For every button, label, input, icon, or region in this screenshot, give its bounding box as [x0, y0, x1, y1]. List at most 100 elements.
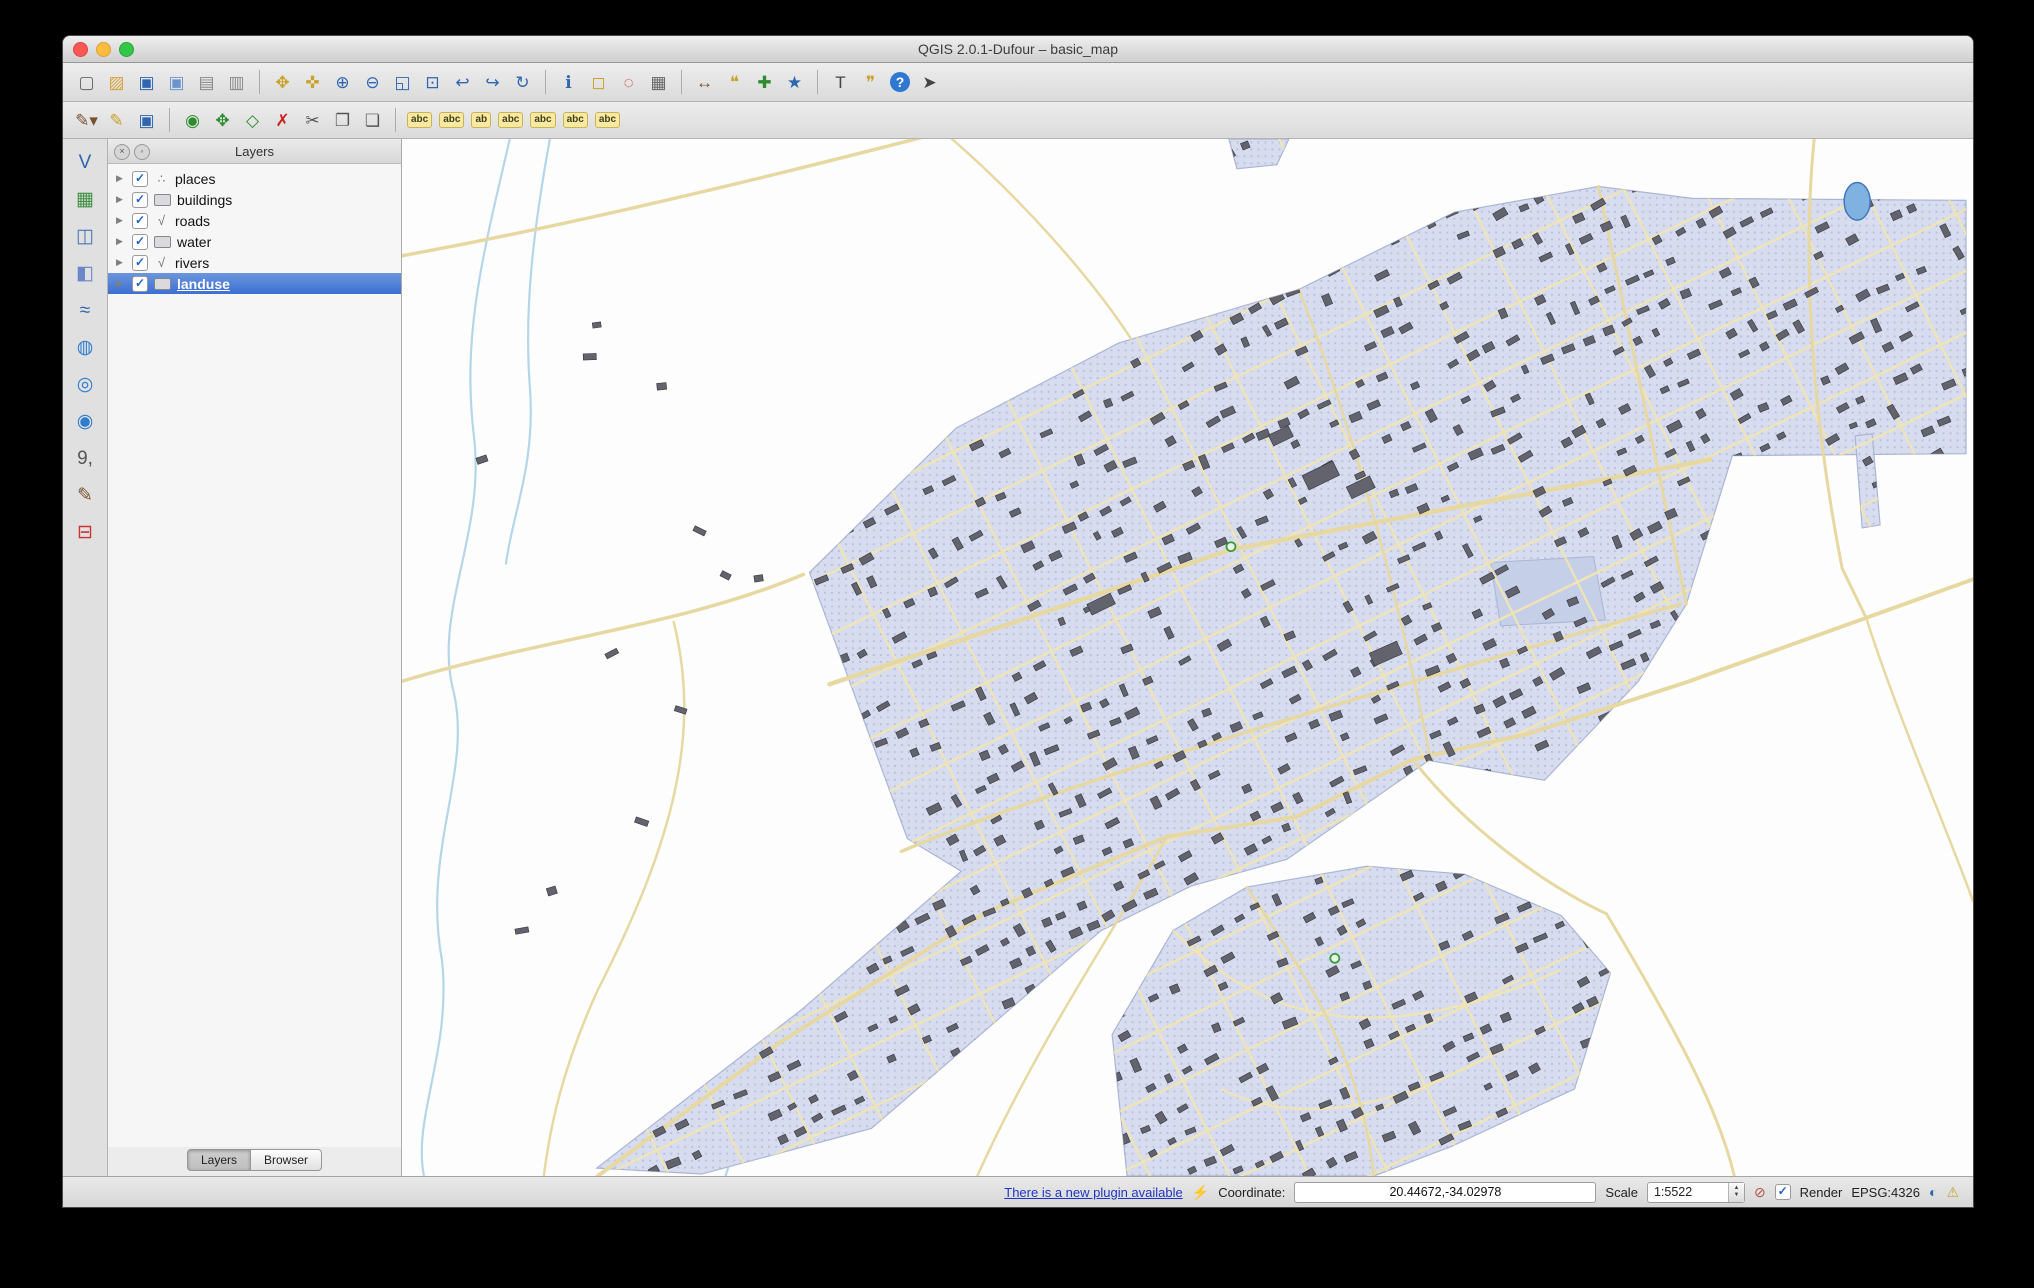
toolbar-separator — [259, 70, 260, 94]
add-spatialite-layer-icon[interactable]: ◧ — [70, 258, 100, 288]
help-icon[interactable]: ? — [890, 72, 910, 92]
map-canvas[interactable] — [402, 139, 1973, 1176]
panel-tabs: Layers Browser — [108, 1147, 401, 1176]
paste-features-icon[interactable]: ❏ — [359, 107, 386, 134]
new-shapefile-layer-icon[interactable]: ✎ — [70, 480, 100, 510]
save-layer-edits-icon[interactable]: ▣ — [133, 107, 160, 134]
scale-stepper-icon[interactable]: ▲▼ — [1728, 1183, 1744, 1202]
layer-visibility-checkbox[interactable]: ✓ — [132, 276, 148, 292]
zoom-next-icon[interactable]: ↪ — [479, 69, 506, 96]
add-wcs-layer-icon[interactable]: ◎ — [70, 369, 100, 399]
deselect-features-icon[interactable]: ◌ — [615, 69, 642, 96]
close-window-icon[interactable] — [73, 42, 88, 57]
refresh-map-icon[interactable]: ↻ — [509, 69, 536, 96]
tab-browser[interactable]: Browser — [250, 1149, 322, 1171]
message-log-icon[interactable]: ⚠ — [1946, 1185, 1959, 1199]
minimize-window-icon[interactable] — [96, 42, 111, 57]
delete-selected-icon[interactable]: ✗ — [269, 107, 296, 134]
render-checkbox[interactable]: ✓ — [1775, 1184, 1791, 1200]
disclosure-icon[interactable]: ▶ — [116, 278, 126, 289]
toggle-editing-icon[interactable]: ✎ — [103, 107, 130, 134]
labeling-icon[interactable]: abc — [407, 112, 432, 128]
tab-layers[interactable]: Layers — [187, 1149, 250, 1171]
save-project-icon[interactable]: ▣ — [133, 69, 160, 96]
open-project-icon[interactable]: ▨ — [103, 69, 130, 96]
identify-icon[interactable]: ℹ — [555, 69, 582, 96]
layer-item-landuse[interactable]: ▶ ✓ landuse — [108, 273, 401, 294]
plugin-icon[interactable]: ⚡ — [1192, 1185, 1209, 1199]
remove-layer-icon[interactable]: ⊟ — [70, 517, 100, 547]
layer-visibility-checkbox[interactable]: ✓ — [132, 171, 148, 187]
zoom-in-icon[interactable]: ⊕ — [329, 69, 356, 96]
add-mssql-layer-icon[interactable]: ≈ — [70, 295, 100, 325]
new-project-icon[interactable]: ▢ — [73, 69, 100, 96]
select-features-icon[interactable]: ◻ — [585, 69, 612, 96]
zoom-to-selection-icon[interactable]: ⊡ — [419, 69, 446, 96]
layer-item-buildings[interactable]: ▶✓buildings — [108, 189, 401, 210]
node-tool-icon[interactable]: ◇ — [239, 107, 266, 134]
composer-manager-icon[interactable]: ▥ — [223, 69, 250, 96]
add-vector-layer-icon[interactable]: V — [70, 147, 100, 177]
label-move-icon[interactable]: abc — [498, 112, 523, 128]
label-properties-icon[interactable]: abc — [595, 112, 620, 128]
label-rotate-icon[interactable]: abc — [530, 112, 555, 128]
new-plugin-link[interactable]: There is a new plugin available — [1004, 1185, 1183, 1200]
panel-float-icon[interactable]: ◦ — [134, 144, 150, 160]
disclosure-icon[interactable]: ▶ — [116, 215, 126, 226]
disclosure-icon[interactable]: ▶ — [116, 257, 126, 268]
layer-visibility-checkbox[interactable]: ✓ — [132, 192, 148, 208]
stop-render-icon[interactable]: ⊘ — [1754, 1185, 1766, 1199]
pan-to-selection-icon[interactable]: ✜ — [299, 69, 326, 96]
title-bar[interactable]: QGIS 2.0.1-Dufour – basic_map — [63, 36, 1973, 63]
crs-label: EPSG:4326 — [1851, 1185, 1920, 1200]
add-wms-layer-icon[interactable]: ◍ — [70, 332, 100, 362]
disclosure-icon[interactable]: ▶ — [116, 194, 126, 205]
current-edits-icon[interactable]: ✎▾ — [73, 107, 100, 134]
layer-label: landuse — [177, 276, 230, 292]
map-tips-icon[interactable]: ❝ — [721, 69, 748, 96]
annotation-icon[interactable]: ❞ — [857, 69, 884, 96]
toolbar-separator — [169, 108, 170, 132]
zoom-full-icon[interactable]: ◱ — [389, 69, 416, 96]
layer-visibility-checkbox[interactable]: ✓ — [132, 234, 148, 250]
attribute-table-icon[interactable]: ▦ — [645, 69, 672, 96]
whats-this-icon[interactable]: ➤ — [916, 69, 943, 96]
layer-visibility-checkbox[interactable]: ✓ — [132, 255, 148, 271]
label-highlight-icon[interactable]: ab — [471, 112, 491, 128]
label-change-icon[interactable]: abc — [563, 112, 588, 128]
measure-icon[interactable]: ↔ — [691, 69, 718, 96]
point-layer-icon: ∴ — [154, 172, 169, 186]
label-pin-icon[interactable]: abc — [439, 112, 464, 128]
scale-combo[interactable]: 1:5522 ▲▼ — [1647, 1182, 1745, 1203]
layer-item-roads[interactable]: ▶✓√roads — [108, 210, 401, 231]
layer-visibility-checkbox[interactable]: ✓ — [132, 213, 148, 229]
add-raster-layer-icon[interactable]: ▦ — [70, 184, 100, 214]
crs-status-icon[interactable]: ◐ — [1929, 1185, 1937, 1199]
zoom-last-icon[interactable]: ↩ — [449, 69, 476, 96]
scale-label: Scale — [1605, 1185, 1638, 1200]
panel-close-icon[interactable]: × — [114, 144, 130, 160]
disclosure-icon[interactable]: ▶ — [116, 236, 126, 247]
add-feature-icon[interactable]: ◉ — [179, 107, 206, 134]
coordinate-field[interactable]: 20.44672,-34.02978 — [1294, 1182, 1596, 1203]
move-feature-icon[interactable]: ✥ — [209, 107, 236, 134]
copy-features-icon[interactable]: ❐ — [329, 107, 356, 134]
disclosure-icon[interactable]: ▶ — [116, 173, 126, 184]
text-annotation-icon[interactable]: T — [827, 69, 854, 96]
new-bookmark-icon[interactable]: ✚ — [751, 69, 778, 96]
map-render[interactable] — [402, 139, 1973, 1176]
add-postgis-layer-icon[interactable]: ◫ — [70, 221, 100, 251]
zoom-out-icon[interactable]: ⊖ — [359, 69, 386, 96]
pan-map-icon[interactable]: ✥ — [269, 69, 296, 96]
zoom-window-icon[interactable] — [119, 42, 134, 57]
new-spatialite-layer-icon[interactable]: 9, — [70, 443, 100, 473]
cut-features-icon[interactable]: ✂ — [299, 107, 326, 134]
layer-item-places[interactable]: ▶✓∴places — [108, 168, 401, 189]
save-project-as-icon[interactable]: ▣ — [163, 69, 190, 96]
layer-item-rivers[interactable]: ▶✓√rivers — [108, 252, 401, 273]
add-wfs-layer-icon[interactable]: ◉ — [70, 406, 100, 436]
qgis-window: QGIS 2.0.1-Dufour – basic_map ▢▨▣▣▤▥✥✜⊕⊖… — [62, 35, 1974, 1208]
show-bookmarks-icon[interactable]: ★ — [781, 69, 808, 96]
new-composer-icon[interactable]: ▤ — [193, 69, 220, 96]
layer-item-water[interactable]: ▶✓water — [108, 231, 401, 252]
